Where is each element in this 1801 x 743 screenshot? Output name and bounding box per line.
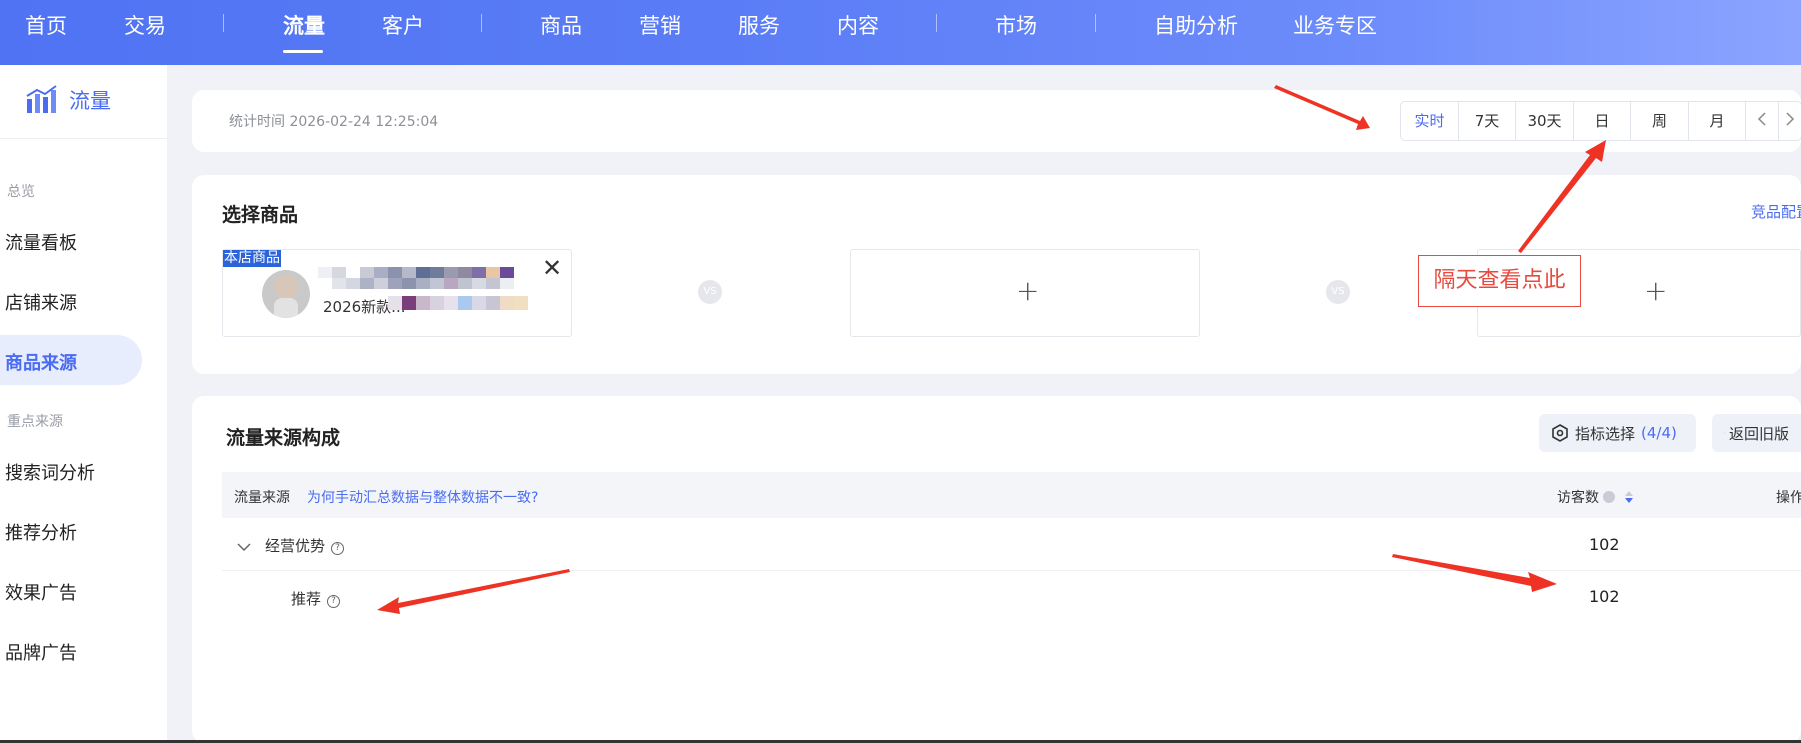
metric-select-button[interactable]: 指标选择 (4/4): [1539, 414, 1696, 452]
nav-traffic[interactable]: 流量: [283, 10, 325, 40]
sidebar-group-overview: 总览: [7, 184, 35, 200]
add-competitor-plus-icon[interactable]: +: [1644, 274, 1667, 307]
own-product-tag: 本店商品: [223, 250, 281, 267]
nav-self-analysis[interactable]: 自助分析: [1154, 10, 1238, 40]
col-header-operations: 操作: [1776, 490, 1801, 506]
range-month[interactable]: 月: [1689, 102, 1746, 140]
sidebar-item-search-terms[interactable]: 搜索词分析: [5, 459, 95, 485]
sort-icon[interactable]: [1624, 490, 1634, 504]
sidebar-header: 流量: [25, 85, 111, 115]
range-day[interactable]: 日: [1574, 102, 1631, 140]
sidebar-item-recommend-analysis[interactable]: 推荐分析: [5, 519, 77, 545]
sidebar: 流量 总览 流量看板 店铺来源 商品来源 重点来源 搜索词分析 推荐分析 效果广…: [0, 65, 167, 743]
nav-separator: [481, 14, 482, 32]
traffic-source-title: 流量来源构成: [226, 427, 341, 449]
nav-trade[interactable]: 交易: [124, 10, 166, 40]
sidebar-item-brand-ads[interactable]: 品牌广告: [5, 639, 77, 665]
nav-home[interactable]: 首页: [25, 10, 67, 40]
metric-select-label: 指标选择: [1575, 424, 1636, 443]
sidebar-item-store-source[interactable]: 店铺来源: [5, 289, 77, 315]
table-row-visitors: 102: [1589, 587, 1620, 606]
vs-badge: VS: [1326, 280, 1350, 304]
col-header-visitors[interactable]: 访客数: [1557, 487, 1634, 507]
row-label-text: 推荐: [291, 590, 322, 608]
stats-time-label: 统计时间 2026-02-24 12:25:04: [229, 114, 439, 130]
col-header-visitors-label: 访客数: [1557, 490, 1599, 506]
next-period-button[interactable]: [1779, 102, 1801, 140]
select-product-title: 选择商品: [222, 204, 299, 226]
nav-business-zone[interactable]: 业务专区: [1293, 10, 1377, 40]
nav-goods[interactable]: 商品: [540, 10, 582, 40]
sidebar-item-performance-ads[interactable]: 效果广告: [5, 579, 77, 605]
row-label-text: 经营优势: [265, 537, 326, 555]
sidebar-item-traffic-board[interactable]: 流量看板: [5, 229, 77, 255]
settings-hex-icon: [1552, 424, 1568, 442]
product-title-mosaic: [318, 267, 514, 289]
range-realtime[interactable]: 实时: [1401, 102, 1459, 140]
info-icon: [1603, 491, 1616, 503]
range-7days[interactable]: 7天: [1459, 102, 1516, 140]
range-30days[interactable]: 30天: [1516, 102, 1574, 140]
nav-separator: [1095, 14, 1096, 32]
metric-select-count: (4/4): [1641, 424, 1677, 442]
annotation-box: 隔天查看点此: [1418, 255, 1581, 307]
table-row-label: 推荐?: [291, 588, 341, 609]
help-icon[interactable]: ?: [327, 595, 341, 608]
vs-badge: VS: [698, 280, 722, 304]
data-mismatch-help-link[interactable]: 为何手动汇总数据与整体数据不一致?: [307, 487, 538, 507]
product-name-mosaic: [388, 296, 528, 310]
sidebar-divider: [0, 138, 167, 139]
undo-icon: [1724, 432, 1725, 434]
top-nav: 首页 交易 流量 客户 商品 营销 服务 内容 市场 自助分析 业务专区: [0, 0, 1801, 65]
nav-market[interactable]: 市场: [995, 10, 1037, 40]
traffic-chart-icon: [26, 85, 57, 113]
nav-content[interactable]: 内容: [837, 10, 879, 40]
competitor-config-link[interactable]: 竞品配置: [1751, 201, 1801, 222]
help-icon[interactable]: ?: [331, 542, 345, 555]
back-to-old-version-button[interactable]: 返回旧版: [1712, 414, 1801, 452]
nav-customer[interactable]: 客户: [382, 10, 424, 40]
nav-service[interactable]: 服务: [738, 10, 780, 40]
sidebar-group-key-sources: 重点来源: [7, 414, 63, 430]
chevron-right-icon: [1786, 112, 1795, 126]
range-week[interactable]: 周: [1631, 102, 1689, 140]
chevron-down-icon[interactable]: [237, 542, 251, 552]
chevron-left-icon: [1757, 112, 1766, 126]
sidebar-item-product-source[interactable]: 商品来源: [5, 349, 77, 375]
col-header-source: 流量来源: [234, 490, 290, 506]
time-range-selector: 实时 7天 30天 日 周 月: [1400, 101, 1801, 141]
nav-separator: [936, 14, 937, 32]
nav-marketing[interactable]: 营销: [639, 10, 681, 40]
prev-period-button[interactable]: [1746, 102, 1779, 140]
remove-product-close-icon[interactable]: ✕: [542, 256, 562, 280]
nav-separator: [223, 14, 224, 32]
product-thumbnail: [262, 270, 310, 318]
row-divider: [222, 570, 1801, 571]
nav-active-indicator: [283, 50, 323, 53]
table-row-label: 经营优势?: [265, 535, 345, 556]
sidebar-title: 流量: [69, 89, 111, 113]
table-row-visitors: 102: [1589, 535, 1620, 554]
add-competitor-plus-icon[interactable]: +: [1016, 274, 1039, 307]
back-to-old-version-label: 返回旧版: [1728, 424, 1789, 443]
